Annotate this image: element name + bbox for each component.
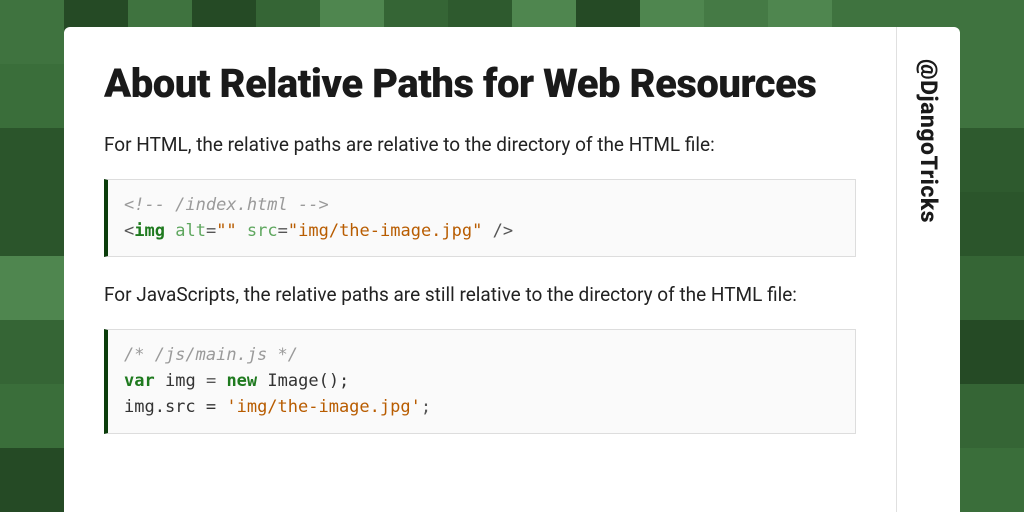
code-line: img.src = [124,397,226,417]
code-punct: /> [493,221,513,241]
sidebar: @DjangoTricks [896,27,960,512]
paragraph-1: For HTML, the relative paths are relativ… [104,131,856,159]
code-val: "" [216,221,236,241]
page-title: About Relative Paths for Web Resources [104,61,856,107]
article-content: About Relative Paths for Web Resources F… [64,27,896,512]
code-punct: = [206,371,216,391]
code-block-html: <!-- /index.html --> <img alt="" src="im… [104,179,856,258]
code-punct: = [278,221,288,241]
code-comment: /* /js/main.js */ [124,345,298,365]
code-block-js: /* /js/main.js */ var img = new Image();… [104,329,856,434]
article-card: About Relative Paths for Web Resources F… [64,27,960,512]
code-comment: <!-- /index.html --> [124,195,329,215]
code-id: img [165,371,196,391]
code-keyword: var [124,371,155,391]
code-val: 'img/the-image.jpg' [226,397,420,417]
code-punct: = [206,221,216,241]
code-val: "img/the-image.jpg" [288,221,482,241]
code-attr: src [247,221,278,241]
code-keyword: new [226,371,257,391]
code-attr: alt [175,221,206,241]
twitter-handle: @DjangoTricks [915,59,942,223]
paragraph-2: For JavaScripts, the relative paths are … [104,281,856,309]
code-tag: img [134,221,165,241]
code-punct: < [124,221,134,241]
code-punct: ; [421,397,431,417]
code-id: Image(); [267,371,349,391]
